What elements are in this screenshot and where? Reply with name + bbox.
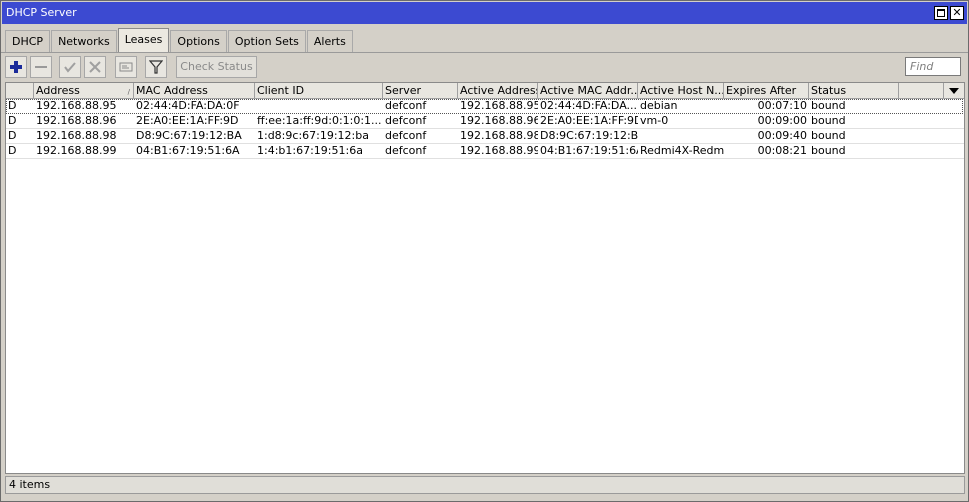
- cell-active-host-name: [638, 129, 724, 144]
- cell-flags: D: [8, 129, 17, 142]
- minus-icon: [35, 66, 47, 68]
- cell-active-mac-address: 02:44:4D:FA:DA...: [540, 99, 638, 112]
- column-chooser-button[interactable]: [944, 83, 964, 99]
- column-header-server[interactable]: Server: [383, 83, 458, 99]
- triangle-down-icon: [949, 88, 959, 94]
- cell-active-address: 192.168.88.98: [460, 129, 538, 142]
- cell-expires-after: 00:08:21: [757, 144, 807, 157]
- column-header-active-host-name[interactable]: Active Host N...: [638, 83, 724, 99]
- table-row[interactable]: D 192.168.88.98 D8:9C:67:19:12:BA 1:d8:9…: [6, 129, 964, 144]
- cell-flags: D: [8, 99, 17, 112]
- column-header-active-address[interactable]: Active Address: [458, 83, 538, 99]
- window-title: DHCP Server: [6, 6, 77, 19]
- toolbar: Check Status Find: [5, 55, 965, 81]
- tab-alerts[interactable]: Alerts: [306, 30, 353, 52]
- check-status-button[interactable]: Check Status: [176, 56, 257, 78]
- cell-active-address: 192.168.88.95: [460, 99, 538, 112]
- cell-active-mac-address: 04:B1:67:19:51:6A: [540, 144, 638, 157]
- cell-client-id: 1:d8:9c:67:19:12:ba: [257, 129, 369, 142]
- cell-flags: D: [8, 144, 17, 157]
- cell-client-id: 1:4:b1:67:19:51:6a: [257, 144, 363, 157]
- status-bar: 4 items: [5, 476, 965, 494]
- tab-leases[interactable]: Leases: [117, 28, 170, 52]
- filter-button[interactable]: [145, 56, 167, 78]
- find-input[interactable]: Find: [905, 57, 961, 76]
- tab-options[interactable]: Options: [170, 30, 227, 52]
- cell-expires-after: 00:07:10: [757, 99, 807, 112]
- column-header-extra[interactable]: [899, 83, 944, 99]
- cell-expires-after: 00:09:40: [757, 129, 807, 142]
- cell-client-id: [255, 99, 383, 114]
- close-icon: ✕: [952, 6, 962, 19]
- plus-icon: [10, 61, 22, 73]
- column-header-expires-after[interactable]: Expires After: [724, 83, 809, 99]
- cell-active-host-name: Redmi4X-Redmi: [640, 144, 724, 157]
- cell-status: bound: [811, 99, 846, 112]
- cell-active-mac-address: D8:9C:67:19:12:BA: [540, 129, 638, 142]
- remove-button[interactable]: [30, 56, 52, 78]
- column-header-mac-address[interactable]: MAC Address: [134, 83, 255, 99]
- cell-active-address: 192.168.88.99: [460, 144, 538, 157]
- enable-button[interactable]: [59, 56, 81, 78]
- maximize-icon: [937, 9, 945, 17]
- add-button[interactable]: [5, 56, 27, 78]
- sort-ascending-icon: /: [127, 88, 130, 96]
- cell-mac-address: 2E:A0:EE:1A:FF:9D: [136, 114, 239, 127]
- table-row[interactable]: D 192.168.88.95 02:44:4D:FA:DA:0F defcon…: [6, 99, 964, 114]
- cell-client-id: ff:ee:1a:ff:9d:0:1:0:1...: [257, 114, 382, 127]
- cell-flags: D: [8, 114, 17, 127]
- column-header-flags[interactable]: [6, 83, 34, 99]
- cell-status: bound: [811, 114, 846, 127]
- column-header-address[interactable]: Address /: [34, 83, 134, 99]
- filter-icon: [149, 60, 163, 74]
- item-count: 4 items: [9, 478, 51, 491]
- cell-mac-address: D8:9C:67:19:12:BA: [136, 129, 242, 142]
- cell-active-address: 192.168.88.96: [460, 114, 538, 127]
- tab-networks[interactable]: Networks: [51, 30, 117, 52]
- table-header: Address / MAC Address Client ID Server A…: [6, 83, 964, 99]
- cell-address: 192.168.88.98: [36, 129, 117, 142]
- column-header-client-id[interactable]: Client ID: [255, 83, 383, 99]
- maximize-button[interactable]: [934, 6, 948, 20]
- column-header-active-mac-address[interactable]: Active MAC Addr...: [538, 83, 638, 99]
- bottom-strip: [1, 495, 968, 501]
- cell-status: bound: [811, 144, 846, 157]
- comment-icon: [119, 62, 133, 72]
- leases-table: Address / MAC Address Client ID Server A…: [5, 82, 965, 474]
- tab-option-sets[interactable]: Option Sets: [227, 30, 306, 52]
- x-icon: [89, 61, 101, 73]
- cell-address: 192.168.88.99: [36, 144, 117, 157]
- cell-server: defconf: [385, 144, 427, 157]
- cell-expires-after: 00:09:00: [757, 114, 807, 127]
- cell-mac-address: 02:44:4D:FA:DA:0F: [136, 99, 240, 112]
- table-row[interactable]: D 192.168.88.96 2E:A0:EE:1A:FF:9D ff:ee:…: [6, 114, 964, 129]
- tab-dhcp[interactable]: DHCP: [5, 30, 51, 52]
- checkmark-icon: [64, 62, 76, 73]
- tab-bar: DHCP Networks Leases Options Option Sets…: [5, 28, 354, 52]
- title-bar[interactable]: DHCP Server ✕: [2, 2, 967, 24]
- dhcp-server-window: DHCP Server ✕ DHCP Networks Leases Optio…: [0, 0, 969, 502]
- tab-divider: [1, 52, 968, 53]
- cell-mac-address: 04:B1:67:19:51:6A: [136, 144, 240, 157]
- table-row[interactable]: D 192.168.88.99 04:B1:67:19:51:6A 1:4:b1…: [6, 144, 964, 159]
- close-button[interactable]: ✕: [950, 6, 964, 20]
- cell-server: defconf: [385, 99, 427, 112]
- cell-status: bound: [811, 129, 846, 142]
- cell-server: defconf: [385, 129, 427, 142]
- disable-button[interactable]: [84, 56, 106, 78]
- cell-address: 192.168.88.95: [36, 99, 117, 112]
- cell-active-host-name: vm-0: [640, 114, 669, 127]
- cell-active-host-name: debian: [640, 99, 678, 112]
- cell-address: 192.168.88.96: [36, 114, 117, 127]
- cell-active-mac-address: 2E:A0:EE:1A:FF:9D: [540, 114, 638, 127]
- column-header-status[interactable]: Status: [809, 83, 899, 99]
- comment-button[interactable]: [115, 56, 137, 78]
- cell-server: defconf: [385, 114, 427, 127]
